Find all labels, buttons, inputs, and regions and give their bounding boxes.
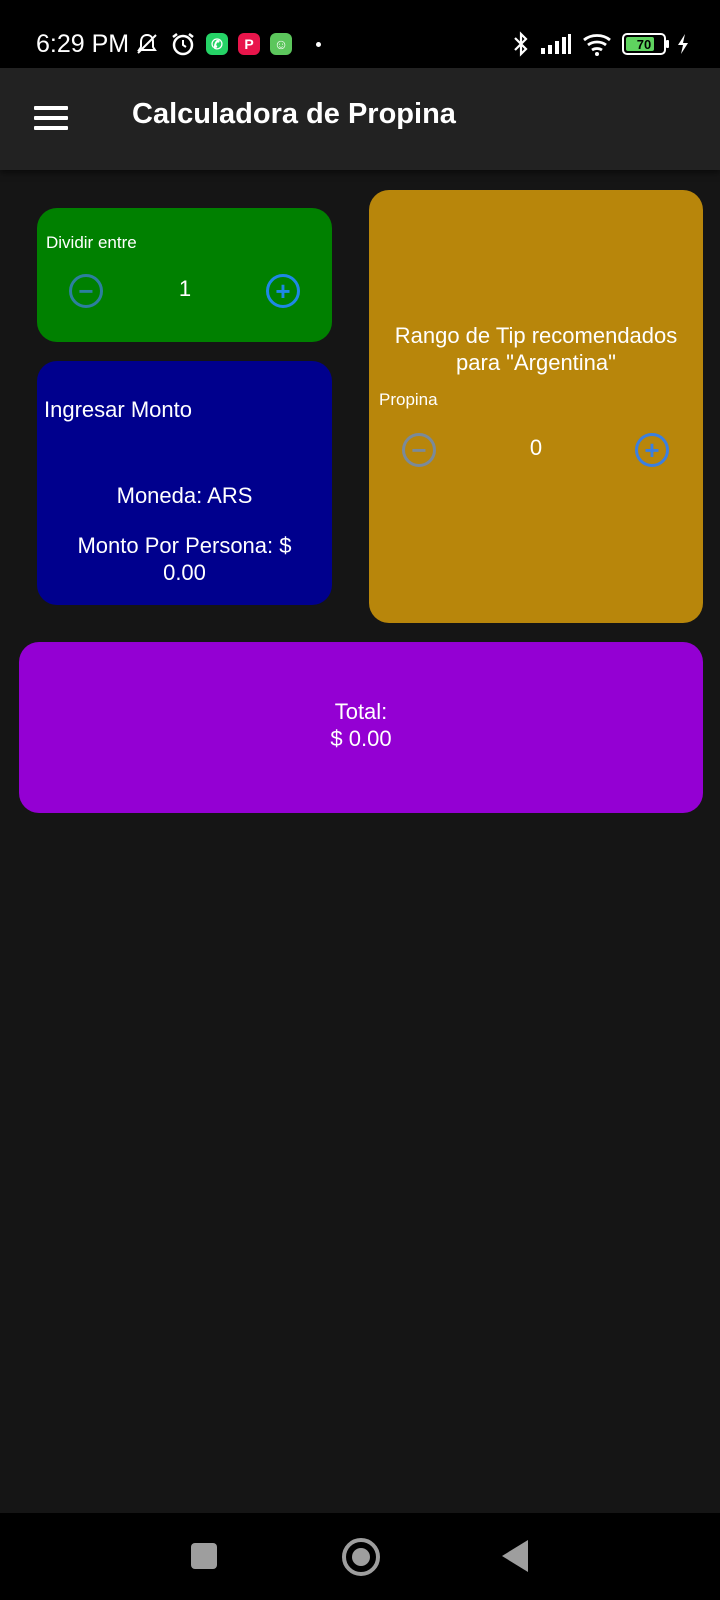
status-time: 6:29 PM bbox=[36, 30, 130, 58]
status-icons-right: 70 bbox=[512, 30, 690, 58]
split-card: Dividir entre − 1 + bbox=[37, 208, 332, 342]
app-bar: Calculadora de Propina bbox=[0, 68, 720, 170]
home-circle-icon[interactable] bbox=[342, 1538, 380, 1576]
status-bar: 6:29 PM ✆ P ☺ 70 bbox=[0, 0, 720, 68]
signal-icon bbox=[541, 34, 571, 54]
system-nav-bar bbox=[0, 1513, 720, 1600]
split-decrement-button[interactable]: − bbox=[69, 274, 103, 308]
hamburger-menu-icon[interactable] bbox=[34, 106, 68, 132]
status-icons-left: ✆ P ☺ bbox=[134, 30, 321, 58]
total-value: $ 0.00 bbox=[330, 726, 392, 751]
wifi-icon bbox=[583, 34, 611, 56]
bluetooth-icon bbox=[514, 31, 528, 57]
tip-label: Propina bbox=[379, 390, 438, 409]
tip-heading-line2: para "Argentina" bbox=[456, 350, 616, 375]
alarm-icon bbox=[172, 33, 194, 56]
page-title: Calculadora de Propina bbox=[132, 98, 456, 130]
mute-alert-icon bbox=[137, 33, 157, 54]
battery-icon: 70 bbox=[622, 33, 669, 55]
per-person-label: Monto Por Persona: $ bbox=[77, 533, 292, 558]
amount-input-label[interactable]: Ingresar Monto bbox=[44, 397, 192, 423]
charging-icon bbox=[678, 34, 688, 54]
per-person-value: 0.00 bbox=[163, 560, 206, 585]
p-app-icon: P bbox=[238, 33, 260, 55]
whatsapp-icon: ✆ bbox=[206, 33, 228, 55]
tip-increment-button[interactable]: + bbox=[635, 433, 669, 467]
split-value: 1 bbox=[178, 276, 192, 301]
android-app-icon: ☺ bbox=[270, 33, 292, 55]
dot-icon bbox=[316, 41, 321, 47]
total-label: Total: bbox=[334, 699, 388, 724]
tip-heading-line1: Rango de Tip recomendados bbox=[394, 323, 678, 348]
back-triangle-icon[interactable] bbox=[502, 1540, 528, 1572]
amount-card: Ingresar Monto Moneda: ARS Monto Por Per… bbox=[37, 361, 332, 605]
recents-square-icon[interactable] bbox=[191, 1543, 217, 1569]
battery-level: 70 bbox=[636, 36, 652, 52]
split-label: Dividir entre bbox=[46, 233, 137, 252]
total-card: Total: $ 0.00 bbox=[19, 642, 703, 813]
tip-card: Rango de Tip recomendados para "Argentin… bbox=[369, 190, 703, 623]
split-increment-button[interactable]: + bbox=[266, 274, 300, 308]
currency-label: Moneda: ARS bbox=[116, 483, 253, 508]
tip-decrement-button[interactable]: − bbox=[402, 433, 436, 467]
tip-value: 0 bbox=[529, 435, 543, 460]
